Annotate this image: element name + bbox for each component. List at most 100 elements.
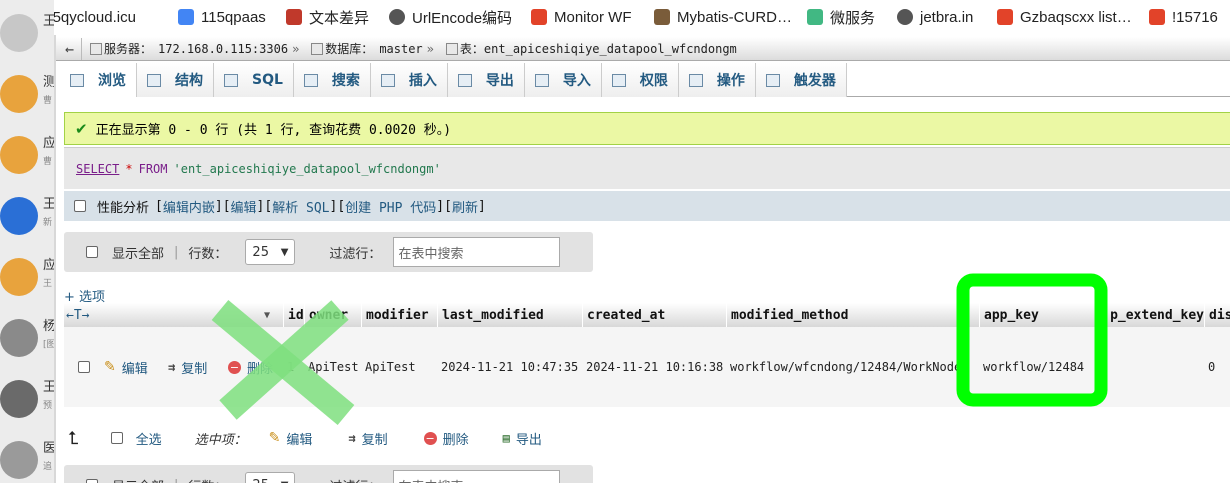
avatar: [0, 197, 38, 235]
bulk-delete-button[interactable]: − 删除: [423, 429, 469, 448]
bulk-edit-button[interactable]: ✎ 编辑: [269, 429, 313, 448]
tab-9[interactable]: 操作: [678, 63, 756, 97]
bookmark-7[interactable]: 微服务: [807, 7, 875, 27]
bulk-copy-button[interactable]: ⇉ 复制: [348, 429, 387, 448]
database-icon: [311, 42, 324, 55]
select-all-checkbox[interactable]: [110, 432, 123, 444]
tab-label: 插入: [408, 73, 437, 89]
filter-input[interactable]: 在表中搜索: [393, 470, 561, 483]
bookmark-4[interactable]: UrlEncode编码: [389, 7, 512, 27]
rows-select-value: 25: [252, 478, 269, 483]
triggers-icon: [765, 73, 780, 87]
with-selected-label: 选中项：: [194, 432, 247, 448]
bookmark-5[interactable]: Monitor WF: [531, 7, 632, 27]
column-header-dis[interactable]: dis: [1204, 303, 1230, 327]
bookmark-label: 文本差异: [309, 9, 370, 27]
query-link-2[interactable]: 编辑: [231, 197, 257, 216]
gitlab-icon: [1149, 9, 1165, 25]
filter-label: 过滤行：: [329, 476, 381, 483]
sql-select-keyword[interactable]: SELECT: [76, 162, 119, 176]
bookmark-10[interactable]: !15716: [1149, 7, 1218, 27]
pencil-icon: ✎: [268, 430, 281, 446]
row-checkbox[interactable]: [78, 361, 90, 373]
avatar: [0, 319, 38, 357]
tab-4[interactable]: 搜索: [293, 63, 371, 97]
tab-5[interactable]: 插入: [370, 63, 448, 97]
column-header-modifier[interactable]: modifier: [361, 303, 437, 327]
nav-divider: |: [174, 244, 179, 260]
breadcrumb-server[interactable]: 172.168.0.115:3306: [158, 42, 288, 56]
bulk-actions: ⮤ 全选 选中项： ✎ 编辑 ⇉ 复制 − 删除 ▤ 导出: [64, 423, 764, 453]
browse-icon: [70, 73, 84, 87]
row-delete-link[interactable]: − 删除: [224, 327, 273, 407]
collapse-arrow-icon[interactable]: ←: [58, 37, 82, 60]
chevron-down-icon: ▼: [280, 246, 289, 258]
chat-preview: 预: [43, 401, 53, 411]
tab-7[interactable]: 导入: [524, 63, 602, 97]
avatar: [0, 14, 38, 52]
nav-divider: |: [174, 478, 178, 483]
bulk-edit-label: 编辑: [286, 432, 313, 448]
avatar: [0, 441, 38, 479]
bookmark-label: Mybatis-CURD…: [677, 8, 793, 26]
bookmark-6[interactable]: Mybatis-CURD…: [654, 7, 792, 27]
column-header-modified-method[interactable]: modified_method: [726, 303, 979, 327]
breadcrumb-table[interactable]: ent_apiceshiqiye_datapool_wfcndongm: [484, 42, 737, 56]
column-header-owner[interactable]: owner: [304, 303, 361, 327]
filter-input[interactable]: 在表中搜索: [393, 237, 561, 267]
show-all-checkbox[interactable]: [86, 246, 98, 258]
select-all-link[interactable]: 全选: [136, 429, 162, 448]
bookmark-9[interactable]: Gzbaqscxx list…: [997, 7, 1132, 27]
chat-name: 王: [43, 14, 54, 29]
query-link-1[interactable]: 编辑内嵌: [163, 197, 215, 216]
show-all-checkbox[interactable]: [86, 479, 98, 483]
avatar: [0, 380, 38, 418]
bookmark-2[interactable]: 115qpaas: [178, 7, 266, 27]
column-header-app-key[interactable]: app_key: [979, 303, 1105, 327]
rows-select[interactable]: 25 ▼: [245, 239, 296, 265]
bracket: ]: [436, 198, 445, 214]
globe-icon: [389, 9, 405, 25]
column-header-created-at[interactable]: created_at: [582, 303, 726, 327]
filter-placeholder: 在表中搜索: [398, 476, 463, 483]
profiling-checkbox[interactable]: [74, 200, 86, 212]
cell-last-modified: 2024-11-21 10:47:35: [441, 360, 579, 374]
tab-8[interactable]: 权限: [601, 63, 679, 97]
tab-2[interactable]: 结构: [137, 63, 214, 97]
bulk-export-button[interactable]: ▤ 导出: [503, 429, 542, 448]
column-header-p-extend-key[interactable]: p_extend_key: [1105, 303, 1204, 327]
cell-app-key: workflow/12484: [983, 360, 1085, 374]
query-link-3[interactable]: 解析 SQL: [272, 197, 329, 216]
rows-select[interactable]: 25 ▼: [245, 472, 296, 483]
sort-arrow-icon[interactable]: ▼: [260, 303, 280, 327]
select-arrow-icon: ⮤: [68, 427, 79, 449]
cell-owner: ApiTest: [308, 360, 359, 374]
chat-name: 应: [43, 258, 54, 273]
tab-1[interactable]: 浏览: [60, 63, 137, 97]
gitlab-icon: [531, 9, 547, 25]
query-link-4[interactable]: 创建 PHP 代码: [345, 197, 436, 216]
tab-10[interactable]: 触发器: [755, 63, 847, 97]
column-header-id[interactable]: id: [283, 303, 304, 327]
tab-label: 结构: [175, 73, 203, 89]
chat-preview: 王: [43, 279, 53, 289]
tab-6[interactable]: 导出: [447, 63, 525, 97]
chat-preview: 追: [43, 462, 53, 472]
tab-label: 浏览: [98, 73, 126, 89]
copy-icon: ⇉: [168, 360, 176, 374]
copy-icon: ⇉: [348, 431, 356, 445]
row-copy-link[interactable]: ⇉ 复制: [164, 327, 207, 407]
breadcrumb-db[interactable]: master: [379, 42, 422, 56]
bookmark-label: !15716: [1172, 8, 1218, 26]
column-resize-arrows-icon[interactable]: ←T→: [62, 303, 122, 327]
query-link-5[interactable]: 刷新: [452, 197, 478, 216]
sql-table-name: 'ent_apiceshiqiye_datapool_wfcndongm': [173, 161, 441, 176]
column-header-last-modified[interactable]: last_modified: [437, 303, 582, 327]
phpmyadmin-main: ← 服务器： 172.168.0.115:3306 » 数据库： master …: [56, 35, 1230, 483]
bracket: ]: [256, 198, 265, 214]
bookmark-3[interactable]: 文本差异: [286, 7, 369, 27]
row-edit-link[interactable]: ✎ 编辑: [100, 327, 148, 407]
bookmark-8[interactable]: jetbra.in: [897, 7, 973, 27]
tab-label: SQL: [252, 72, 283, 88]
tab-3[interactable]: SQL: [214, 63, 294, 97]
